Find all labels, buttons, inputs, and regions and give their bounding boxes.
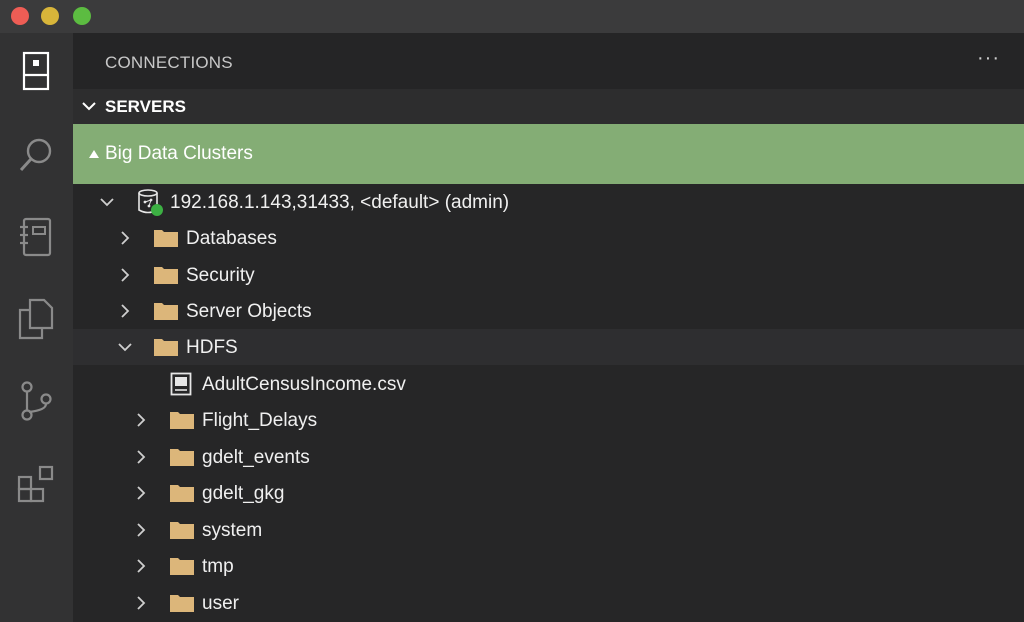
activity-bar <box>0 33 73 622</box>
tree-row-databases[interactable]: Databases <box>73 220 1024 256</box>
source-control-icon[interactable] <box>12 377 60 425</box>
server-group-big-data-clusters[interactable]: Big Data Clusters <box>73 124 1024 184</box>
folder-label: Flight_Delays <box>202 410 318 431</box>
search-icon[interactable] <box>12 131 60 179</box>
folder-icon <box>154 303 178 320</box>
tree-row-security[interactable]: Security <box>73 257 1024 293</box>
folder-label: system <box>202 520 263 541</box>
chevron-right-icon <box>137 413 146 427</box>
chevron-right-icon <box>137 450 146 464</box>
panel-title: CONNECTIONS <box>105 53 233 72</box>
title-bar <box>0 0 1024 33</box>
folder-icon <box>170 485 194 502</box>
tree-row-server[interactable]: 192.168.1.143,31433, <default> (admin) <box>73 184 1024 220</box>
servers-icon[interactable] <box>12 47 60 95</box>
tree-row-folder[interactable]: user <box>73 585 1024 621</box>
chevron-right-icon <box>137 486 146 500</box>
folder-label: gdelt_gkg <box>202 483 285 504</box>
connection-tree: 192.168.1.143,31433, <default> (admin) D… <box>73 184 1024 622</box>
server-label: 192.168.1.143,31433, <default> (admin) <box>170 192 510 213</box>
minimize-window-button[interactable] <box>41 7 59 25</box>
chevron-right-icon <box>121 304 130 318</box>
close-window-button[interactable] <box>11 7 29 25</box>
chevron-down-icon <box>118 343 132 352</box>
tree-row-folder[interactable]: gdelt_events <box>73 439 1024 475</box>
chevron-right-icon <box>137 596 146 610</box>
tree-row-server-objects[interactable]: Server Objects <box>73 293 1024 329</box>
chevron-down-icon <box>82 102 96 111</box>
chevron-down-icon <box>100 198 114 207</box>
chevron-right-icon <box>137 559 146 573</box>
extensions-icon[interactable] <box>12 460 60 508</box>
file-label: AdultCensusIncome.csv <box>202 374 406 395</box>
more-actions-icon[interactable]: ··· <box>977 47 1000 70</box>
server-group-label: Big Data Clusters <box>105 143 253 164</box>
tree-row-folder[interactable]: system <box>73 512 1024 548</box>
folder-icon <box>154 267 178 284</box>
folder-label: Security <box>186 265 255 286</box>
servers-section-header[interactable]: SERVERS <box>73 89 1024 124</box>
folder-label: user <box>202 593 239 614</box>
tree-row-folder[interactable]: Flight_Delays <box>73 402 1024 438</box>
section-title: SERVERS <box>105 97 186 116</box>
file-icon <box>170 372 192 396</box>
tree-row-folder[interactable]: gdelt_gkg <box>73 475 1024 511</box>
folder-icon <box>170 412 194 429</box>
chevron-right-icon <box>121 231 130 245</box>
panel-header: CONNECTIONS ··· <box>73 33 1024 89</box>
database-server-icon <box>138 189 163 216</box>
folder-icon <box>170 449 194 466</box>
zoom-window-button[interactable] <box>73 7 91 25</box>
folder-icon <box>170 595 194 612</box>
tree-row-hdfs[interactable]: HDFS <box>73 329 1024 365</box>
explorer-icon[interactable] <box>12 295 60 343</box>
folder-icon <box>170 558 194 575</box>
tree-row-folder[interactable]: tmp <box>73 548 1024 584</box>
folder-label: gdelt_events <box>202 447 310 468</box>
connections-panel: CONNECTIONS ··· SERVERS Big Data Cluster… <box>73 33 1024 622</box>
chevron-right-icon <box>137 523 146 537</box>
folder-icon <box>170 522 194 539</box>
folder-label: tmp <box>202 556 234 577</box>
folder-icon <box>154 230 178 247</box>
chevron-right-icon <box>121 268 130 282</box>
folder-label: Server Objects <box>186 301 312 322</box>
triangle-expand-icon <box>89 150 99 158</box>
folder-label: HDFS <box>186 337 238 358</box>
notebook-icon[interactable] <box>12 213 60 261</box>
tree-row-file[interactable]: AdultCensusIncome.csv <box>73 366 1024 402</box>
folder-label: Databases <box>186 228 277 249</box>
folder-icon <box>154 339 178 356</box>
